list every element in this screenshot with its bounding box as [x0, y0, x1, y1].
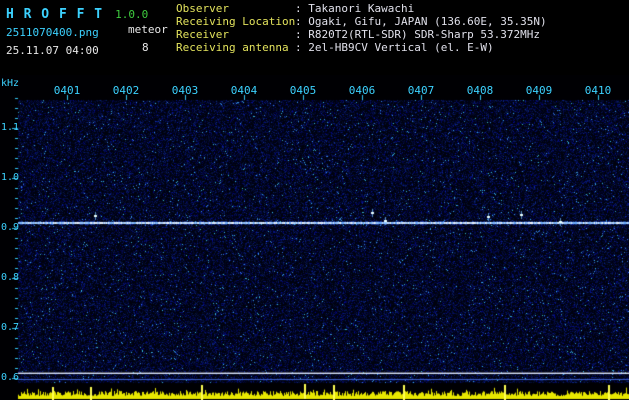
x-tick-label: 0410: [584, 84, 612, 97]
app-title: H R O F F T: [6, 7, 104, 22]
x-tick-label: 0404: [230, 84, 258, 97]
x-tick-label: 0405: [289, 84, 317, 97]
app-version: 1.0.0: [115, 8, 149, 21]
x-tick-label: 0407: [407, 84, 435, 97]
info-label: Receiving antenna: [176, 41, 289, 54]
output-filename: 2511070400.png: [6, 26, 99, 39]
info-value: : 2el-HB9CV Vertical (el. E-W): [295, 41, 494, 54]
info-label: Receiver: [176, 28, 229, 41]
x-tick-label: 0408: [466, 84, 494, 97]
x-tick-label: 0401: [53, 84, 81, 97]
y-tick-label: 1.0: [1, 172, 20, 183]
info-value: : Ogaki, Gifu, JAPAN (136.60E, 35.35N): [295, 15, 547, 28]
filename-line: 2511070400.png meteor: [6, 21, 176, 39]
header-left: H R O F F T 1.0.0 2511070400.png meteor 2…: [6, 3, 176, 57]
hrofft-output-image: H R O F F T 1.0.0 2511070400.png meteor 2…: [0, 0, 629, 400]
info-value: : R820T2(RTL-SDR) SDR-Sharp 53.372MHz: [295, 28, 541, 41]
y-tick-label: 0.6: [1, 372, 20, 383]
observation-mode: meteor: [128, 23, 168, 36]
y-tick-label: 0.8: [1, 272, 20, 283]
spectrogram-canvas: [0, 75, 629, 400]
x-tick-label: 0402: [112, 84, 140, 97]
y-tick-label: 0.7: [1, 322, 20, 333]
info-row-antenna: Receiving antenna : 2el-HB9CV Vertical (e…: [176, 41, 547, 54]
info-row-observer: Observer : Takanori Kawachi: [176, 2, 547, 15]
info-label: Observer: [176, 2, 229, 15]
info-value: : Takanori Kawachi: [295, 2, 415, 15]
info-row-location: Receiving Location: Ogaki, Gifu, JAPAN (…: [176, 15, 547, 28]
x-tick-label: 0409: [525, 84, 553, 97]
station-info: Observer : Takanori Kawachi Receiving Loc…: [176, 2, 547, 54]
app-title-line: H R O F F T 1.0.0: [6, 3, 176, 22]
y-tick-label: 0.9: [1, 222, 20, 233]
y-tick-label: 1.1: [1, 122, 20, 133]
datetime-line: 25.11.07 04:00 8: [6, 39, 176, 57]
observation-datetime: 25.11.07 04:00: [6, 44, 99, 57]
info-label: Receiving Location: [176, 15, 296, 28]
x-tick-label: 0406: [348, 84, 376, 97]
y-axis-unit: kHz: [1, 78, 20, 89]
x-tick-label: 0403: [171, 84, 199, 97]
info-row-receiver: Receiver : R820T2(RTL-SDR) SDR-Sharp 53.3…: [176, 28, 547, 41]
echo-count: 8: [142, 41, 149, 54]
